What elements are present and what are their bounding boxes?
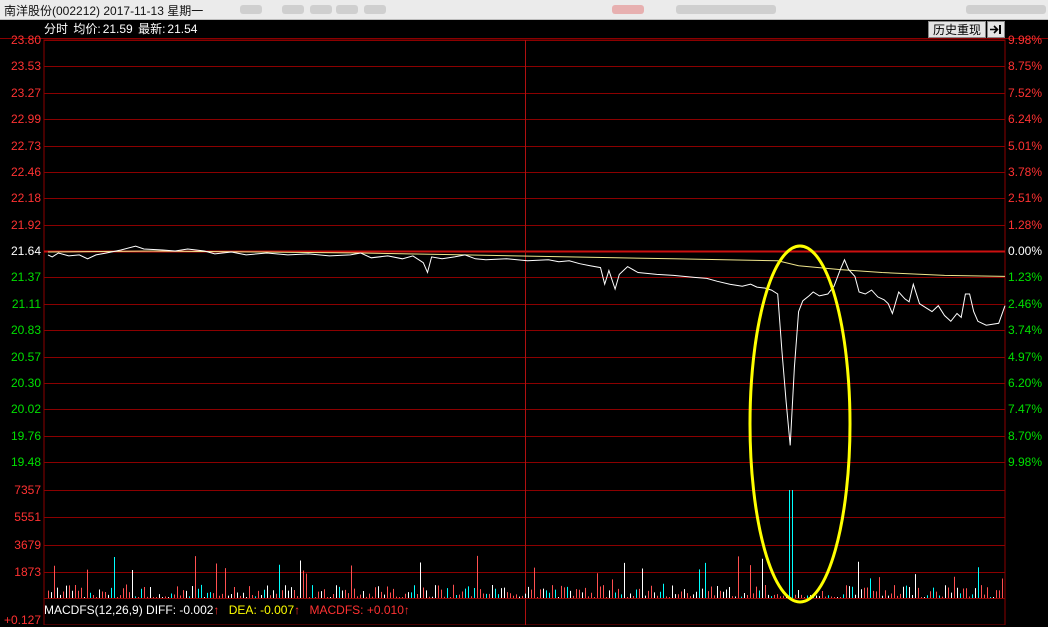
percent-axis-label: 7.52% <box>1008 85 1043 100</box>
macd-dea-label: DEA: <box>228 603 257 617</box>
macd-name: MACDFS(12,26,9) <box>44 603 143 617</box>
price-axis-label: 21.11 <box>11 296 41 311</box>
price-line <box>47 245 1006 446</box>
percent-axis-label: 4.97% <box>1008 349 1043 364</box>
price-axis-label: 22.99 <box>10 112 41 127</box>
percent-axis-label: 2.51% <box>1008 191 1043 206</box>
macd-diff-label: DIFF: <box>146 603 177 617</box>
price-axis-label: 21.37 <box>10 270 41 285</box>
highlight-ellipse <box>748 244 852 604</box>
intraday-chart[interactable] <box>0 0 1048 625</box>
percent-axis-label: 9.98% <box>1008 33 1043 47</box>
price-axis-label: 22.18 <box>10 191 41 206</box>
up-arrow-icon: ↑ <box>403 603 410 617</box>
macd-dea-value: -0.007 <box>260 603 295 617</box>
price-axis-label: 23.27 <box>10 85 41 100</box>
percent-axis-label: 2.46% <box>1008 296 1043 311</box>
percent-axis-label: 1.23% <box>1008 270 1043 285</box>
volume-axis-label: 3679 <box>14 538 41 552</box>
price-axis-label: 20.02 <box>10 402 41 417</box>
percent-axis-label: 6.24% <box>1008 112 1043 127</box>
price-axis-label: 21.64 <box>10 244 41 258</box>
percent-axis-label: 8.70% <box>1008 428 1043 443</box>
price-axis-label: 19.48 <box>10 455 41 469</box>
price-axis-label: 23.80 <box>10 33 41 47</box>
percent-axis-label: 5.01% <box>1008 138 1043 153</box>
price-axis-label: 21.92 <box>10 217 41 232</box>
percent-axis-label: 3.74% <box>1008 323 1043 338</box>
percent-axis-label: 3.78% <box>1008 164 1043 179</box>
volume-axis-label: 5551 <box>14 510 41 524</box>
percent-axis-label: 9.98% <box>1008 455 1043 469</box>
price-axis-label: 19.76 <box>10 428 41 443</box>
volume-axis-label: 7357 <box>14 483 41 497</box>
percent-axis-label: 0.00% <box>1008 244 1043 258</box>
price-axis-label: 20.83 <box>10 323 41 338</box>
macdfs-value: +0.010 <box>366 603 404 617</box>
macdfs-label: MACDFS: <box>309 603 364 617</box>
price-axis-label: 20.57 <box>10 349 41 364</box>
macd-indicator-bar: MACDFS(12,26,9) DIFF: -0.002↑ DEA: -0.00… <box>44 603 410 617</box>
up-arrow-icon: ↑ <box>213 603 220 617</box>
percent-axis-label: 6.20% <box>1008 375 1043 390</box>
percent-axis-label: 1.28% <box>1008 217 1043 232</box>
price-axis-label: 22.73 <box>10 138 41 153</box>
price-axis-label: 20.30 <box>10 375 41 390</box>
chart-frame <box>43 39 1006 625</box>
price-axis-label: 22.46 <box>10 164 41 179</box>
volume-axis-label: 1873 <box>14 565 41 579</box>
price-axis-label: 23.53 <box>10 59 41 74</box>
percent-axis-label: 8.75% <box>1008 59 1043 74</box>
percent-axis-label: 7.47% <box>1008 402 1043 417</box>
average-price-line <box>47 250 1006 277</box>
macd-diff-value: -0.002 <box>179 603 214 617</box>
up-arrow-icon: ↑ <box>294 603 301 617</box>
